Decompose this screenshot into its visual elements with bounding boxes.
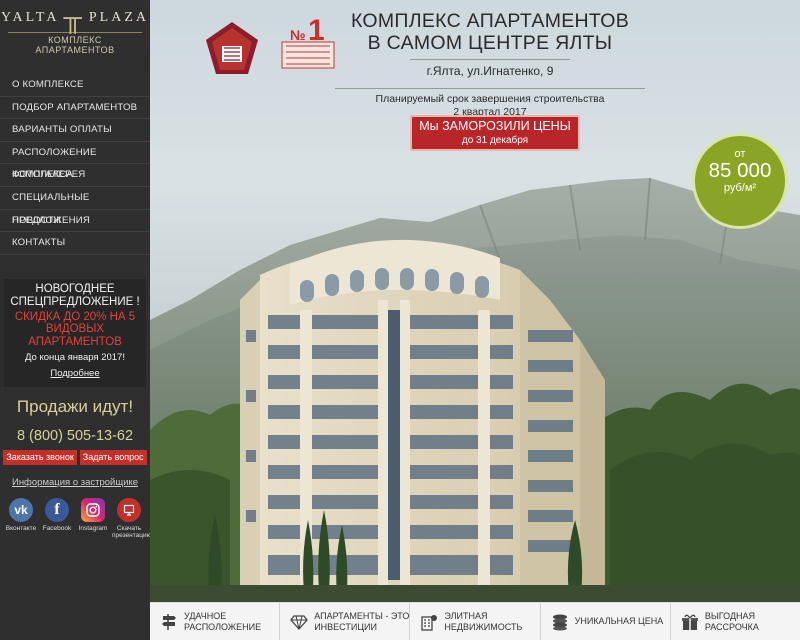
feature-installment[interactable]: ВЫГОДНАЯ РАССРОЧКА <box>671 603 800 640</box>
award-badge-icon <box>202 20 262 78</box>
social-vk[interactable]: vk Вконтакте <box>4 498 38 539</box>
social-instagram[interactable]: Instagram <box>76 498 110 539</box>
nav-item-apartments[interactable]: ПОДБОР АПАРТАМЕНТОВ <box>0 97 150 120</box>
sidebar: YALTA ╥ PLAZA КОМПЛЕКС АПАРТАМЕНТОВ О КО… <box>0 0 152 640</box>
promo-highlight: СКИДКА ДО 20% НА 5 ВИДОВЫХ АПАРТАМЕНТОВ <box>14 310 136 348</box>
logo-brand: YALTA ╥ PLAZA <box>0 3 150 32</box>
price-freeze-title: Мы ЗАМОРОЗИЛИ ЦЕНЫ <box>419 119 571 133</box>
contact-buttons: Заказать звонок Задать вопрос <box>0 450 150 466</box>
developer-info-link[interactable]: Информация о застройщике <box>0 477 150 488</box>
hero-section: № 1 КОМПЛЕКС АПАРТАМЕНТОВ В САМОМ ЦЕНТРЕ… <box>150 0 800 602</box>
logo-brand-right: PLAZA <box>88 10 150 25</box>
feature-location[interactable]: УДАЧНОЕ РАСПОЛОЖЕНИЕ <box>150 603 281 640</box>
vk-icon: vk <box>9 498 33 523</box>
nav-item-special-offers[interactable]: СПЕЦИАЛЬНЫЕ ПРЕДЛОЖЕНИЯ <box>0 187 150 226</box>
svg-text:1: 1 <box>308 14 325 47</box>
social-label: Instagram <box>78 525 108 533</box>
promo-more-link[interactable]: Подробнее <box>50 368 99 379</box>
coins-icon <box>552 614 567 630</box>
logo[interactable]: YALTA ╥ PLAZA КОМПЛЕКС АПАРТАМЕНТОВ <box>0 0 150 62</box>
feature-bar: УДАЧНОЕ РАСПОЛОЖЕНИЕ АПАРТАМЕНТЫ - ЭТО И… <box>150 602 800 640</box>
facebook-icon: f <box>45 498 69 523</box>
headline-block: КОМПЛЕКС АПАРТАМЕНТОВ В САМОМ ЦЕНТРЕ ЯЛТ… <box>335 10 645 118</box>
feature-elite[interactable]: ЭЛИТНАЯ НЕДВИЖИМОСТЬ <box>410 603 541 640</box>
social-label: Facebook <box>42 525 72 533</box>
price-unit: руб/м² <box>723 182 757 194</box>
diamond-icon <box>290 614 309 630</box>
feature-label: АПАРТАМЕНТЫ - ЭТО ИНВЕСТИЦИИ <box>314 610 410 632</box>
price-amount: 85 000 <box>708 159 772 182</box>
nav-item-about[interactable]: О КОМПЛЕКСЕ <box>0 74 150 97</box>
logo-brand-left: YALTA <box>0 10 60 25</box>
phone-number[interactable]: 8 (800) 505-13-62 <box>0 428 150 444</box>
feature-label: ВЫГОДНАЯ РАССРОЧКА <box>704 610 759 632</box>
price-freeze-date: до 31 декабря <box>461 135 529 146</box>
social-facebook[interactable]: f Facebook <box>40 498 74 539</box>
feature-unique-price[interactable]: УНИКАЛЬНАЯ ЦЕНА <box>541 603 671 640</box>
presentation-icon <box>117 498 141 523</box>
price-badge: от 85 000 руб/м² <box>692 133 788 229</box>
nominee-no1-icon: № 1 <box>278 12 338 74</box>
callback-button[interactable]: Заказать звонок <box>3 450 77 466</box>
promo-box: НОВОГОДНЕЕ СПЕЦПРЕДЛОЖЕНИЕ ! СКИДКА ДО 2… <box>4 278 146 388</box>
feature-label: ЭЛИТНАЯ НЕДВИЖИМОСТЬ <box>444 610 523 632</box>
logo-mark-icon: ╥ <box>63 3 85 32</box>
price-freeze-banner[interactable]: Мы ЗАМОРОЗИЛИ ЦЕНЫ до 31 декабря <box>410 115 580 151</box>
social-presentation[interactable]: Скачать презентацию <box>112 498 152 540</box>
ask-question-button[interactable]: Задать вопрос <box>79 450 147 466</box>
nav-item-gallery[interactable]: ФОТОГАЛЕРЕЯ <box>0 164 150 187</box>
feature-label: УДАЧНОЕ РАСПОЛОЖЕНИЕ <box>184 610 262 632</box>
instagram-icon <box>81 498 105 523</box>
feature-label: УНИКАЛЬНАЯ ЦЕНА <box>574 616 664 626</box>
completion-line1: Планируемый срок завершения строительств… <box>375 93 605 105</box>
feature-investment[interactable]: АПАРТАМЕНТЫ - ЭТО ИНВЕСТИЦИИ <box>280 603 411 640</box>
promo-title: НОВОГОДНЕЕ СПЕЦПРЕДЛОЖЕНИЕ ! <box>10 282 140 308</box>
social-label: Скачать презентацию <box>112 525 152 540</box>
logo-tagline: КОМПЛЕКС АПАРТАМЕНТОВ <box>8 32 142 55</box>
gift-icon <box>681 614 698 630</box>
sales-status: Продажи идут! <box>16 397 134 417</box>
headline-line1: КОМПЛЕКС АПАРТАМЕНТОВ <box>350 10 630 32</box>
social-label: Вконтакте <box>5 525 37 533</box>
nav-item-contacts[interactable]: КОНТАКТЫ <box>0 232 150 255</box>
completion-info: Планируемый срок завершения строительств… <box>335 88 645 118</box>
main-nav: О КОМПЛЕКСЕ ПОДБОР АПАРТАМЕНТОВ ВАРИАНТЫ… <box>0 74 150 255</box>
signpost-icon <box>162 613 176 630</box>
elite-building-icon <box>421 614 438 631</box>
address: г.Ялта, ул.Игнатенко, 9 <box>410 59 570 78</box>
social-links: vk Вконтакте f Facebook Instagram Скачат… <box>0 498 152 540</box>
svg-text:№: № <box>290 27 306 43</box>
nav-item-payment[interactable]: ВАРИАНТЫ ОПЛАТЫ <box>0 119 150 142</box>
headline-line2: В САМОМ ЦЕНТРЕ ЯЛТЫ <box>367 32 613 54</box>
nav-item-location[interactable]: РАСПОЛОЖЕНИЕ КОМПЛЕКСА <box>0 142 150 180</box>
promo-deadline: До конца января 2017! <box>25 352 125 364</box>
